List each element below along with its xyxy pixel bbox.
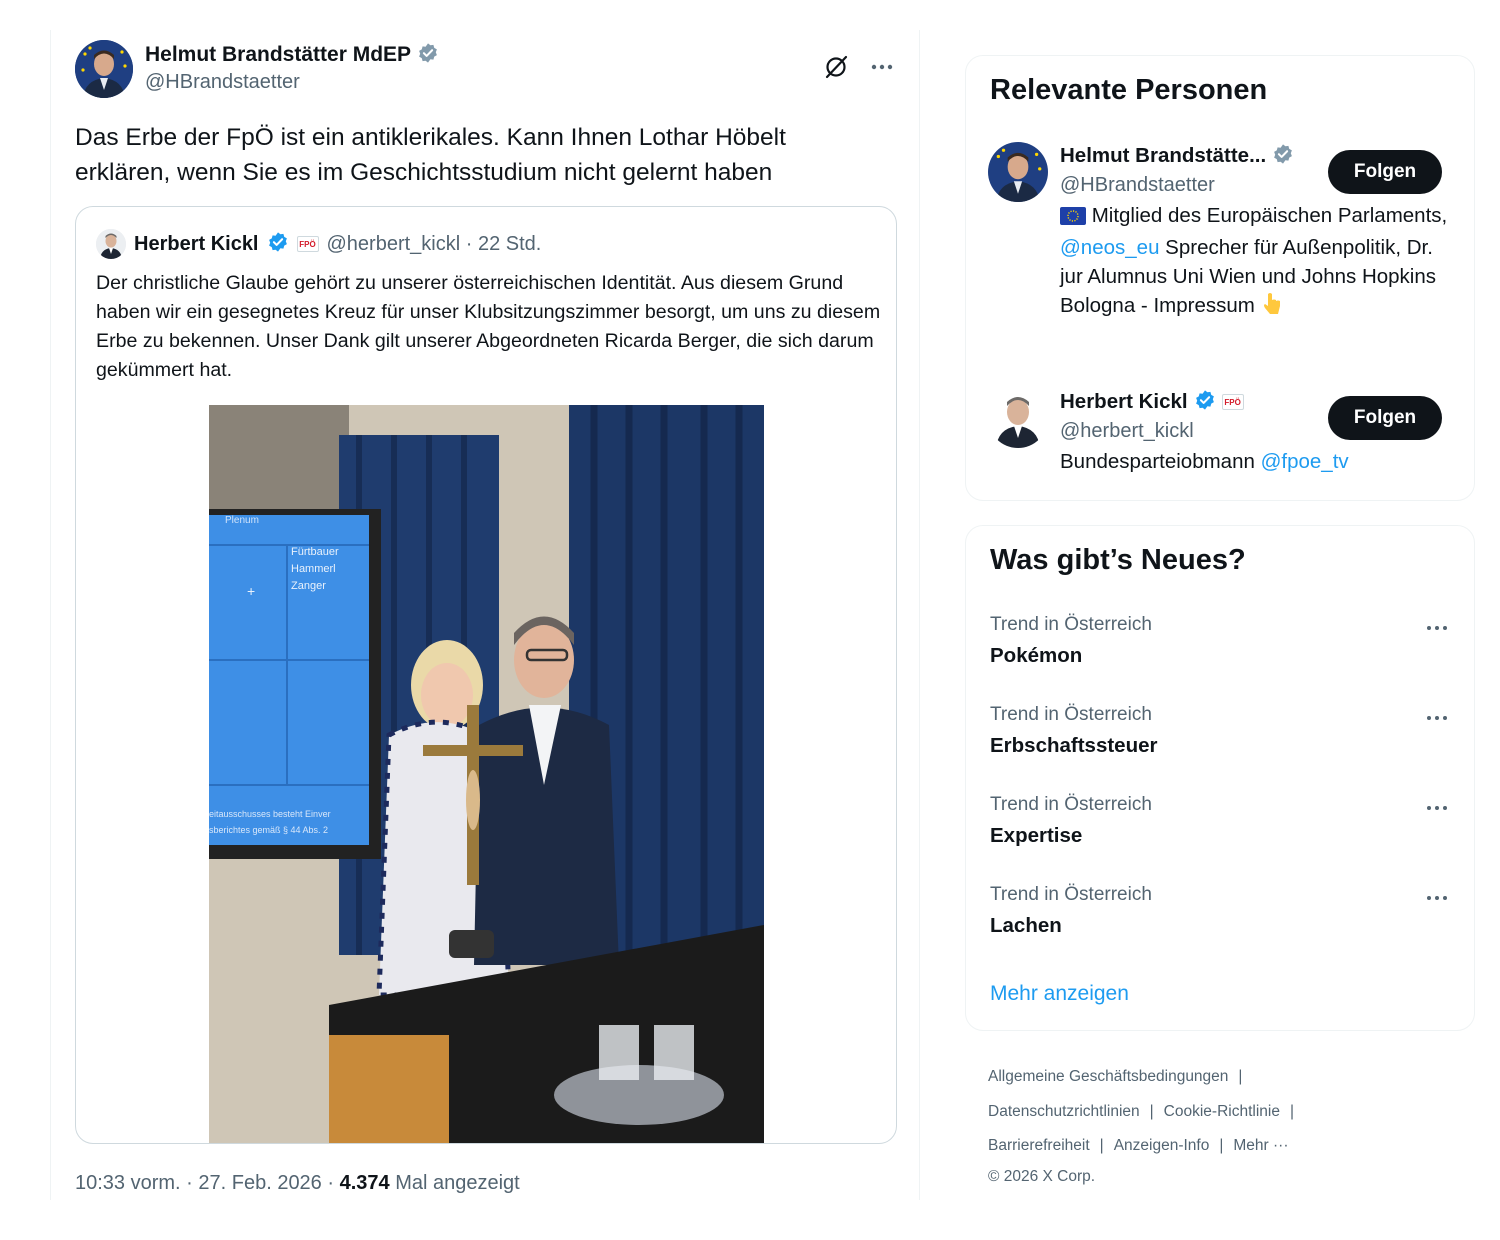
quoted-tweet[interactable]: Herbert Kickl FPÖ @herbert_kickl · 22 St… — [75, 206, 897, 1144]
sidebar-footer: Allgemeine Geschäftsbedingungen | Datensc… — [988, 1060, 1468, 1190]
more-options-icon[interactable] — [1422, 618, 1452, 638]
author-handle[interactable]: @HBrandstaetter — [145, 71, 439, 94]
person-item[interactable]: Herbert Kickl FPÖ @herbert_kickl Bundesp… — [988, 388, 1450, 488]
person-avatar[interactable] — [988, 142, 1048, 202]
bio-mention-link[interactable]: @neos_eu — [1060, 236, 1159, 259]
tweet-meta: 10:33 vorm. · 27. Feb. 2026 · 4.374 Mal … — [75, 1172, 520, 1195]
screen-name-2: Hammerl — [291, 563, 336, 575]
whats-happening-card: Was gibt’s Neues? Trend in Österreich Po… — [965, 525, 1475, 1031]
more-options-icon[interactable] — [1422, 888, 1452, 908]
bio-mention-link[interactable]: @fpoe_tv — [1261, 450, 1349, 473]
trend-item[interactable]: Trend in Österreich Lachen — [990, 884, 1452, 944]
verified-gov-badge-icon — [417, 42, 439, 69]
follow-button[interactable]: Folgen — [1328, 150, 1442, 194]
trend-item[interactable]: Trend in Österreich Pokémon — [990, 614, 1452, 674]
screen-footer-2: sberichtes gemäß § 44 Abs. 2 — [209, 825, 328, 835]
tweet-header: Helmut Brandstätter MdEP @HBrandstaetter — [75, 40, 897, 100]
screen-name-1: Fürtbauer — [291, 546, 339, 558]
terms-link[interactable]: Allgemeine Geschäftsbedingungen — [988, 1068, 1228, 1085]
affiliation-badge[interactable]: FPÖ — [296, 236, 319, 252]
screen-plus: + — [247, 583, 255, 599]
more-options-icon[interactable] — [1422, 708, 1452, 728]
trend-name: Expertise — [990, 824, 1083, 847]
quoted-tweet-text: Der christliche Glaube gehört zu unserer… — [96, 272, 881, 381]
trend-name: Pokémon — [990, 644, 1083, 667]
person-bio: Bundesparteiobmann @fpoe_tv — [1060, 450, 1349, 473]
whats-happening-title: Was gibt’s Neues? — [990, 544, 1246, 576]
person-name[interactable]: Helmut Brandstätte... — [1060, 144, 1266, 168]
verified-gov-badge-icon — [1272, 143, 1294, 170]
show-more-link[interactable]: Mehr anzeigen — [990, 982, 1129, 1006]
trend-context: Trend in Österreich — [990, 794, 1152, 815]
more-options-icon[interactable] — [867, 52, 897, 82]
privacy-link[interactable]: Datenschutzrichtlinien — [988, 1103, 1140, 1120]
trend-name: Erbschaftssteuer — [990, 734, 1158, 757]
screen-footer-1: eitausschusses besteht Einver — [209, 809, 331, 819]
quoted-author-name[interactable]: Herbert Kickl — [134, 233, 259, 256]
trend-context: Trend in Österreich — [990, 614, 1152, 635]
copyright: © 2026 X Corp. — [988, 1167, 1096, 1185]
screen-heading: Plenum — [225, 515, 259, 526]
person-name[interactable]: Herbert Kickl — [1060, 390, 1188, 414]
trend-context: Trend in Österreich — [990, 704, 1152, 725]
author-avatar[interactable] — [75, 40, 133, 98]
verified-badge-icon — [1194, 389, 1216, 416]
follow-button[interactable]: Folgen — [1328, 396, 1442, 440]
relevant-people-card: Relevante Personen Helmut Brandstätte...… — [965, 55, 1475, 501]
ads-info-link[interactable]: Anzeigen-Info — [1114, 1137, 1210, 1154]
quoted-author-handle[interactable]: @herbert_kickl · 22 Std. — [327, 233, 542, 256]
trend-name: Lachen — [990, 914, 1062, 937]
relevant-people-title: Relevante Personen — [990, 74, 1268, 106]
tweet-detail: Helmut Brandstätter MdEP @HBrandstaetter… — [50, 30, 920, 1200]
cookie-link[interactable]: Cookie-Richtlinie — [1164, 1103, 1280, 1120]
trend-item[interactable]: Trend in Österreich Erbschaftssteuer — [990, 704, 1452, 764]
accessibility-link[interactable]: Barrierefreiheit — [988, 1137, 1090, 1154]
trend-item[interactable]: Trend in Österreich Expertise — [990, 794, 1452, 854]
pointing-down-icon — [1261, 292, 1283, 324]
view-count: 4.374 — [339, 1172, 390, 1194]
more-link[interactable]: Mehr ··· — [1233, 1137, 1288, 1154]
quoted-tweet-header: Herbert Kickl FPÖ @herbert_kickl · 22 St… — [96, 227, 541, 261]
trend-context: Trend in Österreich — [990, 884, 1152, 905]
person-item[interactable]: Helmut Brandstätte... @HBrandstaetter Mi… — [988, 142, 1450, 362]
tweet-timestamp[interactable]: 10:33 vorm. · 27. Feb. 2026 · — [75, 1172, 340, 1194]
view-count-label: Mal angezeigt — [389, 1172, 520, 1194]
person-bio: Mitglied des Europäischen Parlaments, @n… — [1060, 201, 1450, 324]
person-avatar[interactable] — [988, 388, 1048, 448]
quoted-tweet-photo[interactable]: Plenum Fürtbauer Hammerl Zanger + eitaus… — [209, 405, 764, 1143]
grok-icon[interactable] — [821, 52, 851, 82]
tweet-text: Das Erbe der FpÖ ist ein antiklerikales.… — [75, 124, 786, 186]
verified-badge-icon — [267, 231, 289, 258]
affiliation-badge[interactable]: FPÖ — [1221, 394, 1244, 410]
quoted-author-avatar[interactable] — [96, 229, 126, 259]
author-name[interactable]: Helmut Brandstätter MdEP — [145, 43, 411, 67]
screen-name-3: Zanger — [291, 580, 326, 592]
eu-flag-icon — [1060, 204, 1086, 233]
more-options-icon[interactable] — [1422, 798, 1452, 818]
